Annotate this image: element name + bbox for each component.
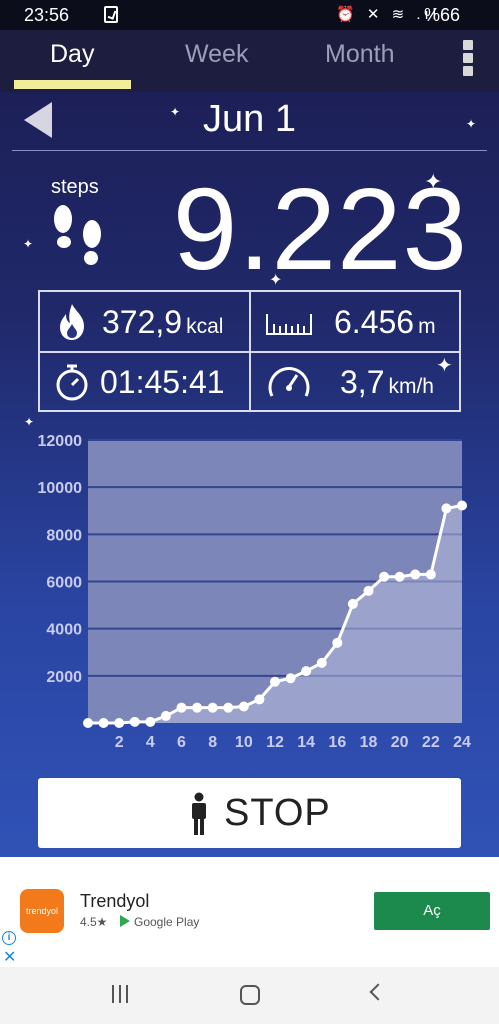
chart-data-point [285, 673, 296, 684]
chart-data-point [425, 569, 436, 580]
y-tick-label: 6000 [46, 575, 82, 592]
x-tick-label: 4 [146, 734, 155, 751]
ad-info-icon[interactable]: i [2, 931, 16, 945]
tab-day[interactable]: Day [50, 40, 94, 69]
speed-value: 3,7 km/h [340, 364, 434, 400]
chart-data-point [145, 716, 156, 727]
chart-data-point [270, 676, 280, 687]
x-tick-label: 18 [360, 734, 378, 751]
battery-level: %66 [424, 5, 461, 25]
calories-value: 372,9 kcal [102, 304, 224, 340]
chart-data-point [254, 694, 265, 705]
ad-banner[interactable]: trendyol Trendyol 4.5★ Google Play Aç i … [0, 857, 499, 967]
chart-data-point [238, 701, 249, 712]
person-icon [192, 792, 206, 835]
tab-month[interactable]: Month [325, 40, 394, 69]
distance-value: 6.456 m [334, 304, 436, 340]
x-tick-label: 10 [235, 734, 253, 751]
stats-grid: 372,9 kcal 6.456 m 01:45:41 3,7 km/h [38, 290, 461, 412]
x-tick-label: 24 [453, 734, 471, 751]
x-tick-label: 16 [328, 734, 346, 751]
system-nav-bar [0, 967, 499, 1024]
x-tick-label: 6 [177, 734, 186, 751]
chart-data-point [98, 718, 109, 728]
star-decoration: ✦ [23, 237, 34, 251]
x-tick-label: 20 [391, 734, 409, 751]
active-tab-indicator [14, 80, 131, 89]
ad-open-button[interactable]: Aç [374, 892, 490, 930]
footprints-icon [54, 205, 101, 265]
chart-data-point [379, 571, 390, 582]
chart-data-point [129, 716, 140, 727]
y-tick-label: 8000 [46, 527, 82, 544]
chart-data-point [192, 702, 203, 713]
chart-data-point [394, 571, 405, 582]
overflow-menu-icon[interactable] [458, 40, 478, 76]
ad-rating: 4.5★ [80, 915, 108, 929]
pedometer-app: Day Week Month ✦ ✦ ✦ ✦ ✦ ✦ ✦ Jun 1 steps… [0, 30, 499, 857]
notification-icon [104, 6, 118, 23]
star-decoration: ✦ [24, 415, 35, 429]
status-bar: 23:56 ⏰ ✕ ≋ .ıl %66 [0, 0, 499, 30]
y-tick-label: 10000 [38, 480, 83, 497]
y-tick-label: 12000 [38, 433, 83, 450]
chart-data-point [347, 598, 358, 609]
status-time: 23:56 [24, 5, 70, 25]
chart-data-point [441, 503, 452, 514]
tab-bar: Day Week Month [0, 30, 499, 92]
ad-store: Google Play [120, 915, 199, 929]
chart-data-point [114, 718, 125, 728]
chart-data-point [160, 710, 171, 721]
ad-title[interactable]: Trendyol [80, 891, 149, 912]
x-tick-label: 2 [115, 734, 124, 751]
stop-button[interactable]: STOP [38, 778, 461, 848]
x-tick-label: 22 [422, 734, 440, 751]
y-tick-label: 4000 [46, 622, 82, 639]
stopwatch-icon [56, 364, 88, 401]
home-icon[interactable] [240, 985, 260, 1005]
recent-apps-icon[interactable] [110, 985, 130, 1003]
ad-logo[interactable]: trendyol [20, 889, 64, 933]
selected-date: Jun 1 [203, 98, 296, 140]
x-tick-label: 8 [208, 734, 217, 751]
duration-value: 01:45:41 [100, 364, 225, 400]
ruler-icon [266, 314, 312, 335]
chart-data-point [301, 666, 312, 677]
steps-label: steps [51, 176, 99, 198]
y-tick-label: 2000 [46, 669, 82, 686]
chart-data-point [316, 657, 327, 668]
steps-chart: 200040006000800010000120002 4 6 8 10 12 14 16 18… [38, 433, 472, 751]
back-icon[interactable] [369, 983, 387, 1001]
chart-data-point [410, 569, 421, 580]
flame-icon [60, 304, 84, 340]
chart-data-point [223, 702, 234, 713]
chart-data-point [83, 718, 93, 728]
stop-label: STOP [224, 792, 331, 834]
chart-data-point [332, 637, 343, 648]
divider [12, 150, 487, 151]
x-tick-label: 14 [297, 734, 315, 751]
step-count: 9.223 [172, 164, 468, 294]
chart-data-point [207, 702, 218, 713]
chart-data-point [363, 585, 374, 596]
google-play-icon [120, 915, 130, 927]
tab-week[interactable]: Week [185, 40, 248, 69]
ad-close-icon[interactable]: ✕ [3, 947, 16, 967]
chart-data-point [457, 500, 467, 511]
x-tick-label: 12 [266, 734, 284, 751]
speedometer-icon [268, 367, 310, 397]
chart-data-point [176, 702, 187, 713]
